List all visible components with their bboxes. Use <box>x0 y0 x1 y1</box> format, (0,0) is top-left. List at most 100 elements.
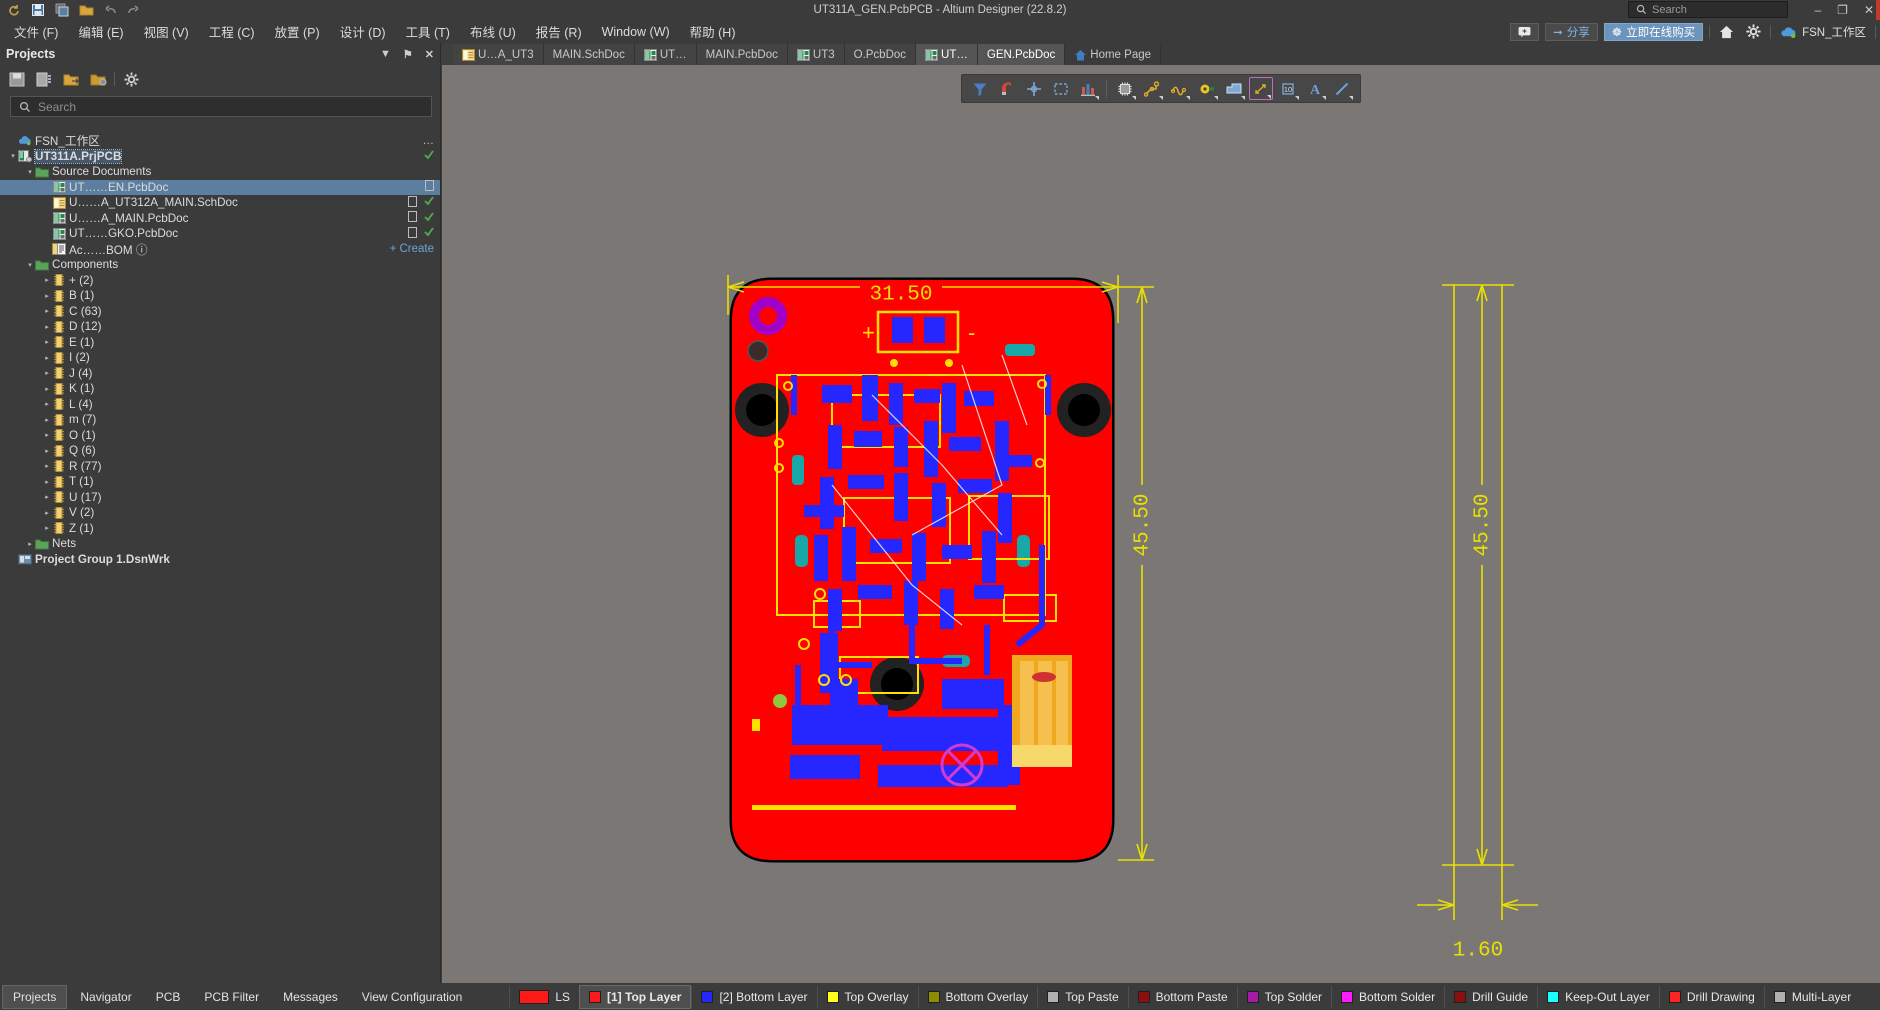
tree-node[interactable]: UT……EN.PcbDoc <box>0 179 440 195</box>
tree-expander-icon[interactable]: ▸ <box>42 447 52 455</box>
compile-project-icon[interactable] <box>33 69 55 90</box>
tree-expander-icon[interactable]: ▸ <box>42 431 52 439</box>
open-folder-icon[interactable] <box>76 2 96 19</box>
tree-node[interactable]: FSN_工作区… <box>0 133 440 149</box>
crosshair-icon[interactable] <box>1022 77 1046 100</box>
tree-node[interactable]: ▸ R (77) <box>0 459 440 475</box>
tree-node[interactable]: ▸ J (4) <box>0 366 440 382</box>
menu-tools[interactable]: 工具 (T) <box>396 20 460 43</box>
tree-node[interactable]: U……A_UT312A_MAIN.SchDoc <box>0 195 440 211</box>
tree-expander-icon[interactable]: ▸ <box>25 540 35 548</box>
chevron-down-icon[interactable] <box>1348 96 1353 100</box>
menu-place[interactable]: 放置 (P) <box>265 20 330 43</box>
document-tab-1[interactable]: MAIN.SchDoc <box>543 44 635 65</box>
tree-expander-icon[interactable]: ▾ <box>8 152 18 160</box>
chevron-down-icon[interactable] <box>1159 96 1164 100</box>
chevron-down-icon[interactable] <box>1240 96 1245 100</box>
document-tab-2[interactable]: UT… <box>634 44 697 65</box>
chevron-down-icon[interactable] <box>1213 96 1218 100</box>
panel-tab-view-configuration[interactable]: View Configuration <box>351 985 474 1009</box>
component-icon[interactable] <box>1113 77 1137 100</box>
tree-node[interactable]: ▸ D (12) <box>0 319 440 335</box>
tree-expander-icon[interactable]: ▸ <box>42 416 52 424</box>
tree-expander-icon[interactable]: ▸ <box>42 462 52 470</box>
panel-pin-icon[interactable]: ⚑ <box>403 48 413 61</box>
snap-magnet-icon[interactable] <box>995 77 1019 100</box>
tree-expander-icon[interactable]: ▸ <box>42 354 52 362</box>
undo-circle-icon[interactable] <box>4 2 24 19</box>
panel-settings-gear-icon[interactable] <box>120 69 142 90</box>
tree-expander-icon[interactable]: ▸ <box>42 369 52 377</box>
tree-node[interactable]: ▸ U (17) <box>0 490 440 506</box>
workspace-button[interactable]: FSN_工作区 <box>1777 24 1869 40</box>
tree-node[interactable]: ▸ T (1) <box>0 474 440 490</box>
panel-tab-navigator[interactable]: Navigator <box>69 985 142 1009</box>
dimension-icon[interactable] <box>1248 77 1273 100</box>
layer-stack-icon[interactable] <box>1076 77 1100 100</box>
tree-expander-icon[interactable]: ▸ <box>42 524 52 532</box>
coordinate-icon[interactable]: 10 <box>1276 77 1300 100</box>
chevron-down-icon[interactable] <box>1095 96 1100 100</box>
chevron-down-icon[interactable] <box>1266 95 1271 99</box>
layer-tab-2-bottom-layer[interactable]: [2] Bottom Layer <box>691 985 816 1008</box>
buy-online-button[interactable]: ☸ 立即在线购买 <box>1603 22 1704 41</box>
panel-close-icon[interactable]: ✕ <box>425 48 434 61</box>
chevron-down-icon[interactable] <box>1186 96 1191 100</box>
menu-route[interactable]: 布线 (U) <box>460 20 526 43</box>
tree-node[interactable]: ▸ m (7) <box>0 412 440 428</box>
tree-node[interactable]: ▸ Z (1) <box>0 521 440 537</box>
tree-expander-icon[interactable]: ▸ <box>42 385 52 393</box>
open-project-icon[interactable] <box>60 69 82 90</box>
tree-expander-icon[interactable]: ▸ <box>42 509 52 517</box>
redo-arrow-icon[interactable] <box>124 2 144 19</box>
notes-button[interactable] <box>1510 22 1540 41</box>
layer-tab-drill-guide[interactable]: Drill Guide <box>1444 985 1537 1008</box>
panel-dropdown-icon[interactable]: ▼ <box>380 48 391 60</box>
tree-expander-icon[interactable]: ▸ <box>42 400 52 408</box>
tree-node[interactable]: Project Group 1.DsnWrk <box>0 552 440 568</box>
undo-arrow-icon[interactable] <box>100 2 120 19</box>
tree-node[interactable]: ▸ Q (6) <box>0 443 440 459</box>
tree-node[interactable]: ▸ V (2) <box>0 505 440 521</box>
tree-node[interactable]: ▸ I (2) <box>0 350 440 366</box>
tree-node[interactable]: ▸ Nets <box>0 536 440 552</box>
panel-tab-pcb[interactable]: PCB <box>145 985 192 1009</box>
tree-node[interactable]: U……A_MAIN.PcbDoc <box>0 211 440 227</box>
close-button[interactable]: ✕ <box>1864 4 1874 16</box>
filter-icon[interactable] <box>968 77 992 100</box>
layer-tab-drill-drawing[interactable]: Drill Drawing <box>1658 985 1764 1008</box>
menu-file[interactable]: 文件 (F) <box>4 20 68 43</box>
tree-expander-icon[interactable]: ▸ <box>42 338 52 346</box>
menu-view[interactable]: 视图 (V) <box>134 20 199 43</box>
project-search-input[interactable] <box>38 99 409 114</box>
document-tab-7[interactable]: GEN.PcbDoc <box>977 44 1066 65</box>
tree-node[interactable]: ▸ E (1) <box>0 335 440 351</box>
menu-project[interactable]: 工程 (C) <box>199 20 265 43</box>
document-tab-3[interactable]: MAIN.PcbDoc <box>696 44 788 65</box>
create-link[interactable]: + Create <box>390 243 434 255</box>
line-icon[interactable] <box>1330 77 1354 100</box>
chevron-down-icon[interactable] <box>1132 96 1137 100</box>
document-tab-4[interactable]: UT3 <box>787 44 845 65</box>
tree-node[interactable]: ▾ Source Documents <box>0 164 440 180</box>
tree-node[interactable]: UT……GKO.PcbDoc <box>0 226 440 242</box>
layer-tab-ls[interactable]: LS <box>509 985 579 1008</box>
layer-tab-top-solder[interactable]: Top Solder <box>1236 985 1331 1008</box>
tree-expander-icon[interactable]: ▸ <box>42 307 52 315</box>
tree-node[interactable]: ▾ Components <box>0 257 440 273</box>
more-options-icon[interactable]: … <box>422 134 434 147</box>
document-tab-6[interactable]: UT… <box>916 44 978 65</box>
minimize-button[interactable]: – <box>1814 4 1821 16</box>
tree-expander-icon[interactable]: ▸ <box>42 493 52 501</box>
menu-edit[interactable]: 编辑 (E) <box>68 20 133 43</box>
document-tab-8[interactable]: Home Page <box>1065 44 1162 65</box>
chevron-down-icon[interactable] <box>1321 96 1326 100</box>
save-icon[interactable] <box>28 2 48 19</box>
route-track-icon[interactable] <box>1140 77 1164 100</box>
layer-tab-top-overlay[interactable]: Top Overlay <box>816 985 918 1008</box>
tree-expander-icon[interactable]: ▾ <box>25 168 35 176</box>
menu-design[interactable]: 设计 (D) <box>330 20 396 43</box>
net-icon[interactable] <box>1167 77 1191 100</box>
panel-tab-pcb-filter[interactable]: PCB Filter <box>193 985 270 1009</box>
layer-tab-bottom-solder[interactable]: Bottom Solder <box>1331 985 1444 1008</box>
